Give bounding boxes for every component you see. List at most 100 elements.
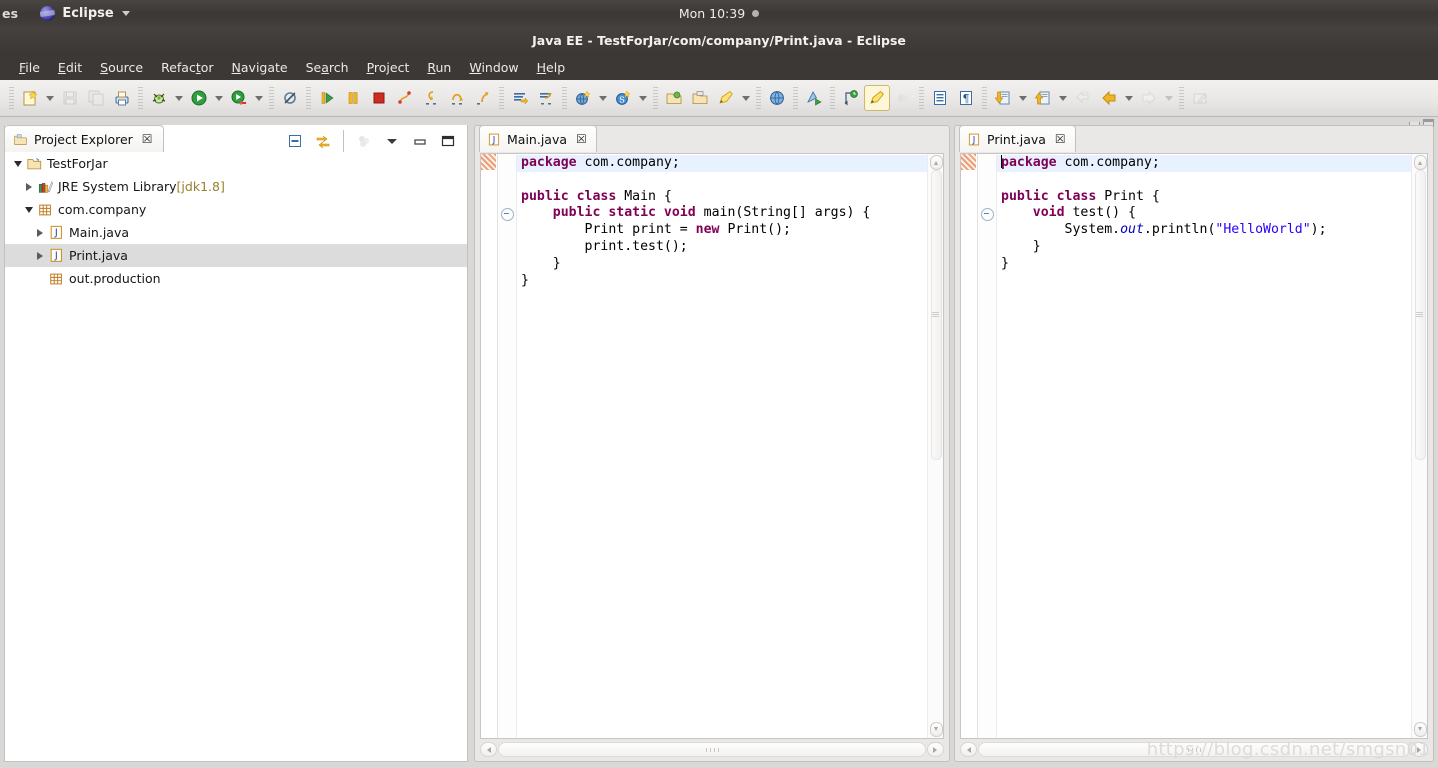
toolbar-drag-handle[interactable] <box>9 87 14 109</box>
marker-ruler-main[interactable] <box>481 154 498 738</box>
chevron-down-icon[interactable] <box>636 85 650 111</box>
toolbar-button-toggle-ant[interactable] <box>838 85 864 111</box>
toolbar-drag-handle[interactable] <box>793 87 798 109</box>
toolbar-drag-handle[interactable] <box>982 87 987 109</box>
toolbar-button-open-type[interactable] <box>661 85 687 111</box>
toolbar-drag-handle[interactable] <box>499 87 504 109</box>
toolbar-button-run[interactable] <box>186 85 212 111</box>
close-icon[interactable]: ☒ <box>576 132 587 146</box>
chevron-down-icon[interactable] <box>43 85 57 111</box>
toolbar-button-new-java-ee-project[interactable] <box>570 85 596 111</box>
toolbar-button-toggle-mark-occurrences[interactable] <box>864 85 890 111</box>
view-menu-overflow-icon[interactable] <box>351 128 377 154</box>
toolbar-drag-handle[interactable] <box>830 87 835 109</box>
link-with-editor-icon[interactable] <box>310 128 336 154</box>
toolbar-button-step-over[interactable] <box>444 85 470 111</box>
chevron-down-icon[interactable] <box>596 85 610 111</box>
twisty-expanded-icon[interactable] <box>11 157 25 171</box>
toolbar-button-step-into[interactable] <box>418 85 444 111</box>
toolbar-button-instruction-stepping[interactable] <box>507 85 533 111</box>
scroll-up-button[interactable] <box>1414 155 1427 170</box>
horizontal-scrollbar-main[interactable] <box>480 742 944 757</box>
toolbar-button-step-return[interactable] <box>470 85 496 111</box>
editor-surface-print[interactable]: package com.company;​public class Print … <box>960 153 1428 739</box>
project-explorer-tree[interactable]: TestForJar JRE System Library [jdk1.8] com… <box>5 152 467 761</box>
menu-source[interactable]: Source <box>91 58 152 77</box>
scroll-down-button[interactable] <box>930 722 943 737</box>
twisty-collapsed-icon[interactable] <box>33 226 47 240</box>
toolbar-drag-handle[interactable] <box>138 87 143 109</box>
tab-main-java[interactable]: J Main.java ☒ <box>479 125 597 152</box>
scroll-left-button[interactable] <box>480 742 497 757</box>
chevron-down-icon[interactable] <box>252 85 266 111</box>
toolbar-drag-handle[interactable] <box>756 87 761 109</box>
tree-item-testforjar[interactable]: TestForJar <box>5 152 467 175</box>
toolbar-button-new-java-class[interactable] <box>713 85 739 111</box>
vertical-scrollbar-main[interactable] <box>927 154 943 738</box>
tree-item-out-production[interactable]: out.production <box>5 267 467 290</box>
folding-ruler-print[interactable] <box>978 154 997 738</box>
toolbar-button-new-server[interactable]: S <box>610 85 636 111</box>
toolbar-button-drop-to-frame[interactable] <box>533 85 559 111</box>
menu-file[interactable]: File <box>10 58 49 77</box>
menu-navigate[interactable]: Navigate <box>223 58 297 77</box>
scroll-left-button[interactable] <box>960 742 977 757</box>
scroll-down-button[interactable] <box>1414 722 1427 737</box>
menu-window[interactable]: Window <box>460 58 527 77</box>
toolbar-button-show-whitespace[interactable] <box>927 85 953 111</box>
toolbar-drag-handle[interactable] <box>919 87 924 109</box>
menu-edit[interactable]: Edit <box>49 58 91 77</box>
collapse-fold-icon[interactable] <box>501 208 514 221</box>
tree-item-com-company[interactable]: com.company <box>5 198 467 221</box>
menu-help[interactable]: Help <box>528 58 575 77</box>
toolbar-drag-handle[interactable] <box>653 87 658 109</box>
toolbar-button-previous-annotation[interactable] <box>1030 85 1056 111</box>
view-menu-icon[interactable] <box>379 128 405 154</box>
chevron-down-icon[interactable] <box>1016 85 1030 111</box>
toolbar-button-web-browser[interactable] <box>764 85 790 111</box>
menu-project[interactable]: Project <box>358 58 419 77</box>
toolbar-button-print[interactable] <box>109 85 135 111</box>
toolbar-button-back[interactable] <box>1096 85 1122 111</box>
toolbar-button-resume[interactable] <box>314 85 340 111</box>
menu-refactor[interactable]: Refactor <box>152 58 222 77</box>
tab-project-explorer[interactable]: Project Explorer ☒ <box>4 125 164 152</box>
toolbar-drag-handle[interactable] <box>269 87 274 109</box>
scroll-right-button[interactable] <box>927 742 944 757</box>
editor-surface-main[interactable]: package com.company;​public class Main {… <box>480 153 944 739</box>
toolbar-button-disconnect[interactable] <box>392 85 418 111</box>
code-area-print[interactable]: package com.company;​public class Print … <box>997 154 1411 738</box>
tree-item-print-java[interactable]: J Print.java <box>5 244 467 267</box>
toolbar-button-pilcrow[interactable]: ¶ <box>953 85 979 111</box>
tree-item-jre-system-library[interactable]: JRE System Library [jdk1.8] <box>5 175 467 198</box>
tree-item-main-java[interactable]: J Main.java <box>5 221 467 244</box>
maximize-view-button[interactable] <box>435 128 461 154</box>
toolbar-button-skip-all-breakpoints[interactable] <box>277 85 303 111</box>
marker-ruler-print[interactable] <box>961 154 978 738</box>
close-icon[interactable]: ☒ <box>1055 132 1066 146</box>
collapse-fold-icon[interactable] <box>981 208 994 221</box>
twisty-collapsed-icon[interactable] <box>22 180 36 194</box>
folding-ruler-main[interactable] <box>498 154 517 738</box>
toolbar-button-next-annotation[interactable] <box>990 85 1016 111</box>
menu-run[interactable]: Run <box>418 58 460 77</box>
chevron-down-icon[interactable] <box>212 85 226 111</box>
scroll-up-button[interactable] <box>930 155 943 170</box>
twisty-expanded-icon[interactable] <box>22 203 36 217</box>
toolbar-button-terminate[interactable] <box>366 85 392 111</box>
toolbar-button-open-task[interactable] <box>687 85 713 111</box>
toolbar-drag-handle[interactable] <box>306 87 311 109</box>
toolbar-drag-handle[interactable] <box>562 87 567 109</box>
scrollbar-thumb-horizontal[interactable] <box>498 742 926 757</box>
minimize-view-button[interactable] <box>407 128 433 154</box>
chevron-down-icon[interactable] <box>739 85 753 111</box>
tab-print-java[interactable]: J Print.java ☒ <box>959 125 1076 152</box>
chevron-down-icon[interactable] <box>1056 85 1070 111</box>
chevron-down-icon[interactable] <box>172 85 186 111</box>
menu-search[interactable]: Search <box>297 58 358 77</box>
toolbar-button-run-external-tools[interactable] <box>226 85 252 111</box>
code-area-main[interactable]: package com.company;​public class Main {… <box>517 154 927 738</box>
toolbar-button-run-last-tool[interactable] <box>801 85 827 111</box>
system-clock[interactable]: Mon 10:39 <box>0 6 1438 21</box>
vertical-scrollbar-print[interactable] <box>1411 154 1427 738</box>
